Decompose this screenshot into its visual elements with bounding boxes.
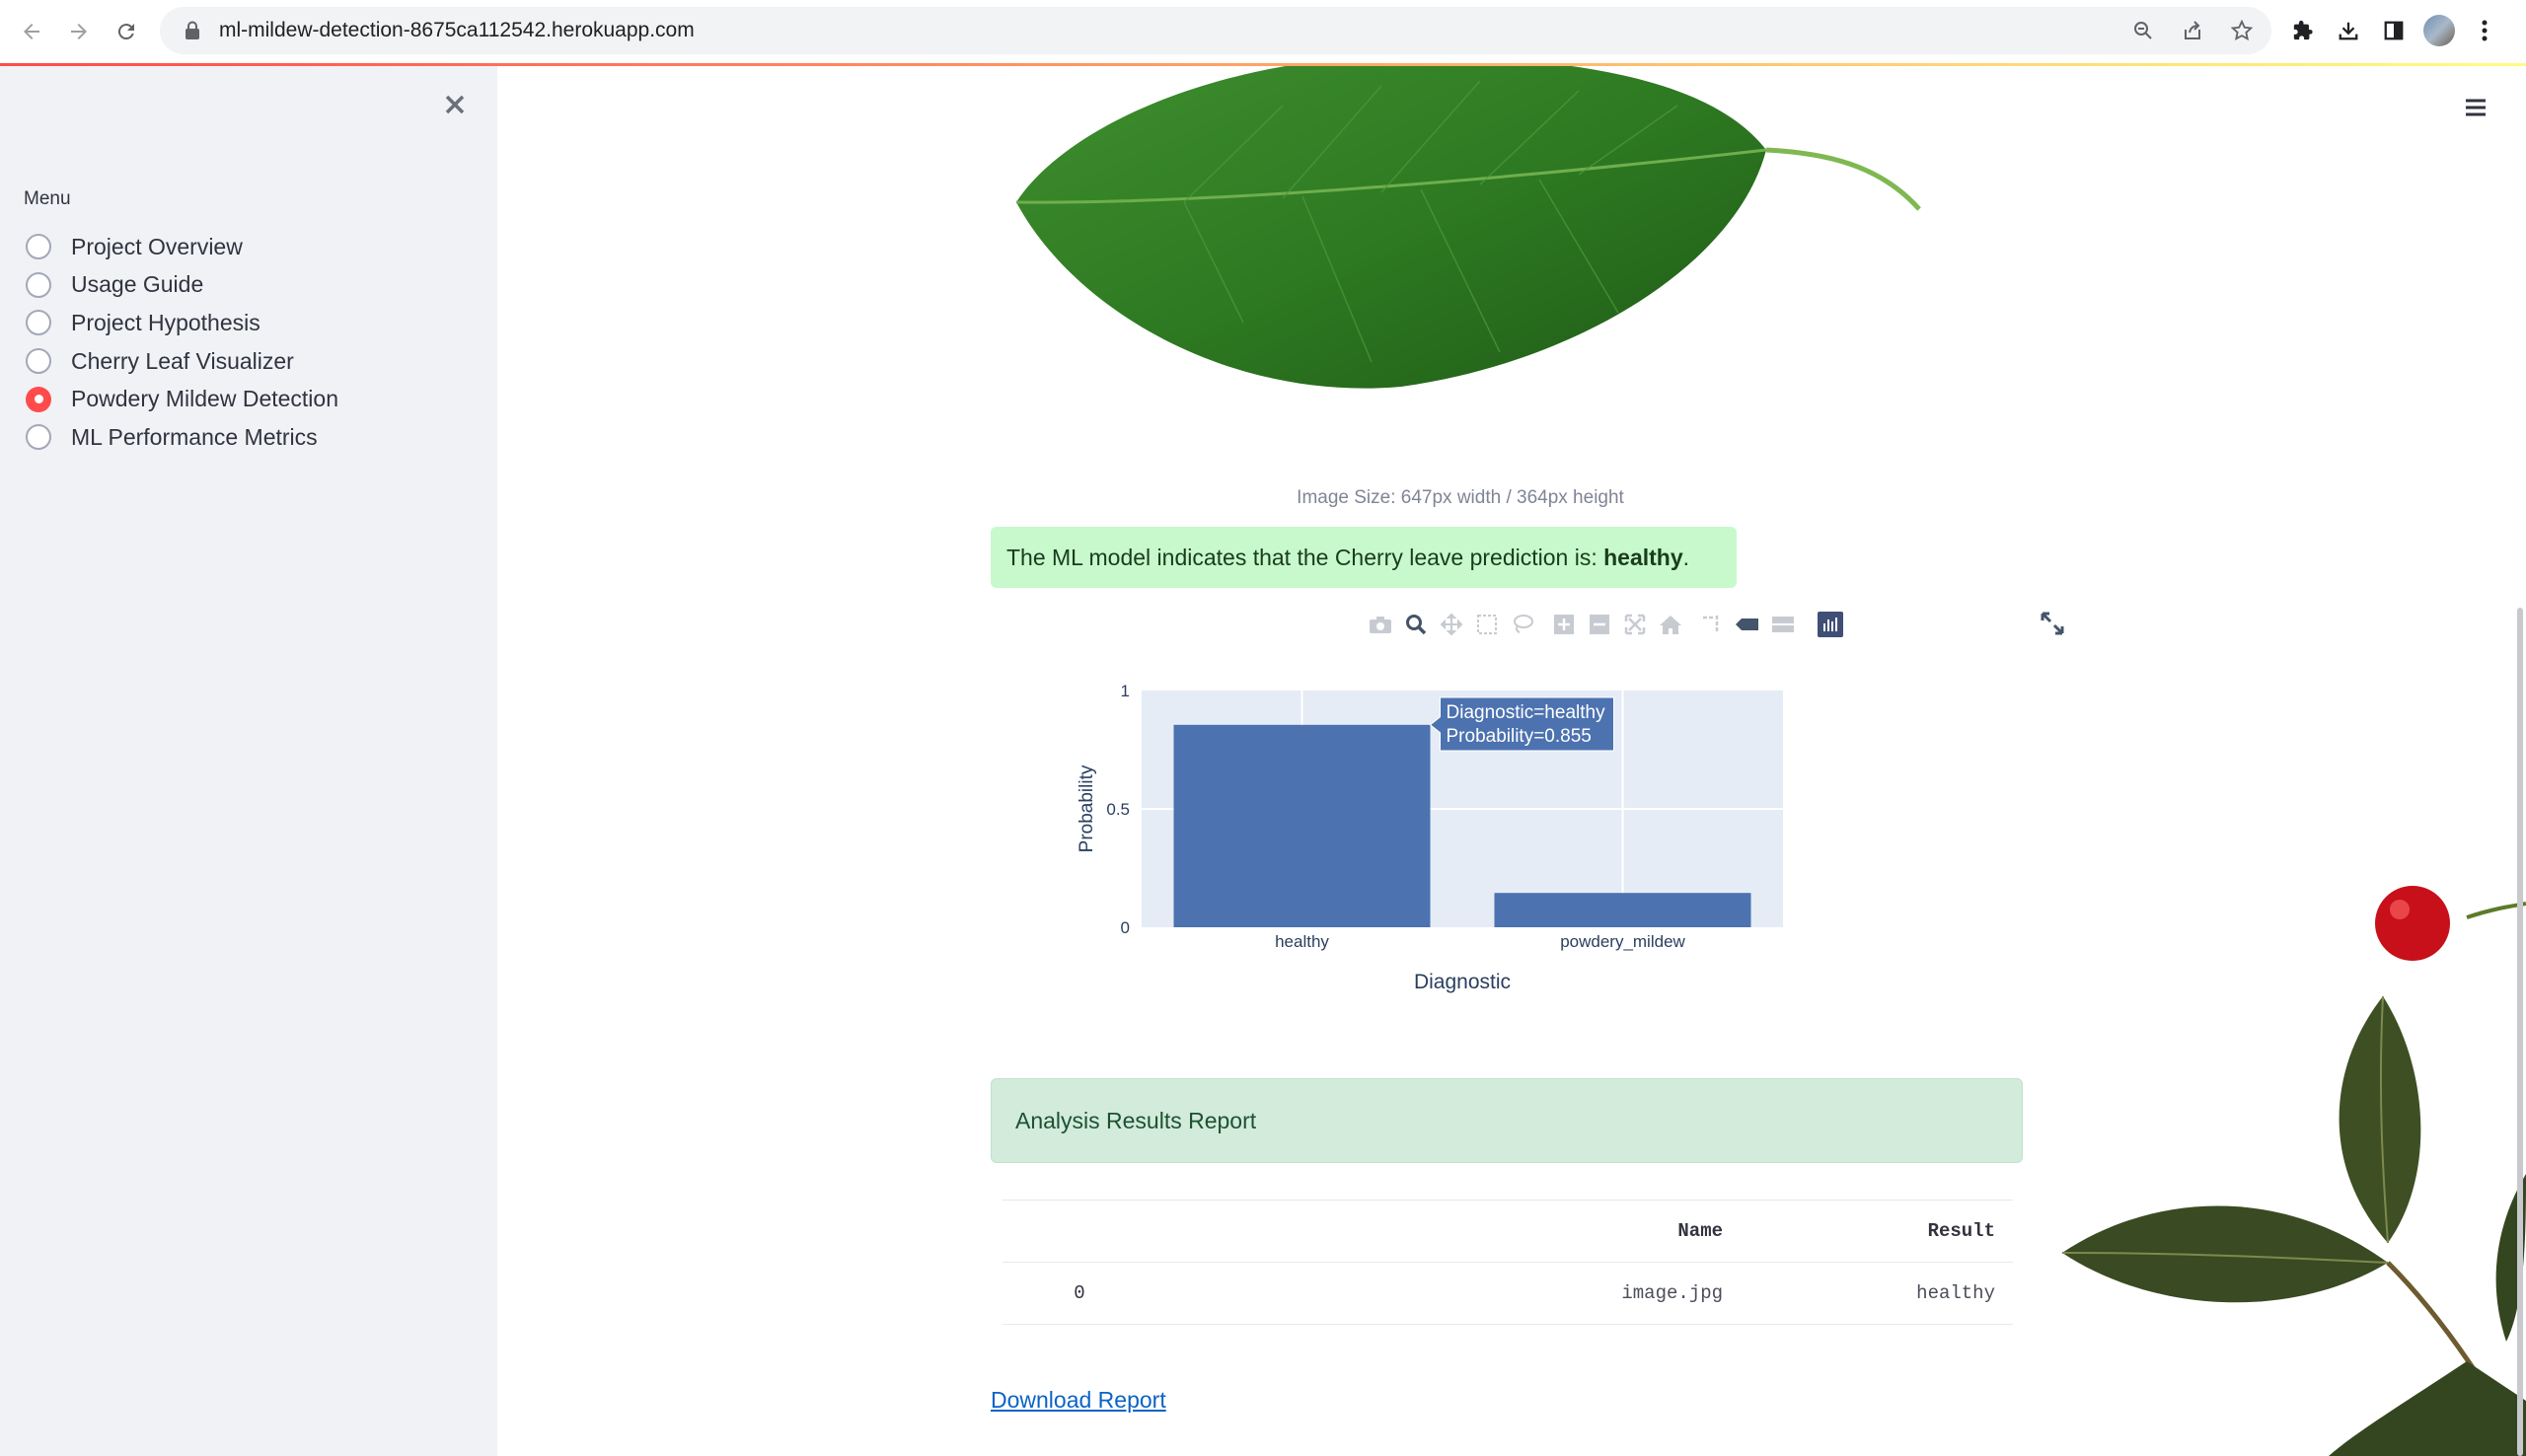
radio-label[interactable]: Project Overview [71,234,243,260]
x-tick-label: healthy [1275,932,1329,951]
x-axis-label: Diagnostic [1414,971,1511,993]
browser-toolbar: ml-mildew-detection-8675ca112542.herokua… [0,0,2526,63]
download-report-link[interactable]: Download Report [991,1387,1166,1414]
hover-closest-icon[interactable] [1735,612,1760,637]
lock-icon[interactable] [180,18,205,43]
plotly-logo-icon[interactable] [1818,612,1843,637]
sidepanel-icon[interactable] [2378,15,2410,46]
prediction-text: The ML model indicates that the Cherry l… [1006,544,1604,570]
menu-label: Menu [24,188,71,209]
radio-powdery-mildew-detection[interactable]: Powdery Mildew Detection [26,380,338,418]
bar-healthy[interactable] [1173,724,1431,927]
x-tick-label: powdery_mildew [1560,932,1685,951]
extensions-icon[interactable] [2287,15,2319,46]
tooltip-line: Probability=0.855 [1447,726,1592,747]
table-row: 0 image.jpg healthy [1003,1262,2013,1325]
image-caption: Image Size: 647px width / 364px height [1297,487,1624,508]
sidebar: Menu Project Overview Usage Guide Projec… [0,66,497,1456]
y-tick-label: 0.5 [1106,800,1130,819]
radio-button-selected[interactable] [26,386,51,412]
radio-label[interactable]: ML Performance Metrics [71,424,318,451]
fullscreen-expand-icon[interactable] [2039,610,2068,639]
navigation-radio-group: Project Overview Usage Guide Project Hyp… [26,228,338,457]
radio-button[interactable] [26,310,51,336]
radio-label[interactable]: Usage Guide [71,271,203,298]
main-menu-icon[interactable] [2459,91,2492,124]
hover-compare-icon[interactable] [1770,612,1796,637]
page-scrollbar[interactable] [2517,608,2523,1456]
radio-usage-guide[interactable]: Usage Guide [26,266,338,305]
lasso-select-icon[interactable] [1510,612,1535,637]
radio-ml-performance-metrics[interactable]: ML Performance Metrics [26,418,338,457]
table-header-name: Name [1156,1200,1741,1263]
decorative-cherry-leaves [2061,886,2526,1456]
kebab-menu-icon[interactable] [2469,15,2500,46]
tooltip-line: Diagnostic=healthy [1447,702,1606,723]
share-icon[interactable] [2177,15,2208,46]
radio-label[interactable]: Cherry Leaf Visualizer [71,348,294,375]
bar-powdery_mildew[interactable] [1494,893,1751,927]
radio-button[interactable] [26,271,51,298]
radio-label[interactable]: Project Hypothesis [71,310,260,336]
back-icon[interactable] [12,12,51,51]
radio-label[interactable]: Powdery Mildew Detection [71,386,338,412]
prediction-message: The ML model indicates that the Cherry l… [1006,545,1689,571]
radio-cherry-leaf-visualizer[interactable]: Cherry Leaf Visualizer [26,342,338,381]
zoom-icon[interactable] [1403,612,1429,637]
camera-icon[interactable] [1368,612,1393,637]
forward-icon[interactable] [59,12,99,51]
chart-modebar [1368,612,1853,637]
zoom-out-icon[interactable] [1587,612,1612,637]
reload-icon[interactable] [107,12,146,51]
url-text[interactable]: ml-mildew-detection-8675ca112542.herokua… [219,19,695,42]
results-table: Name Result 0 image.jpg healthy [1003,1200,2013,1325]
star-icon[interactable] [2226,15,2258,46]
radio-button[interactable] [26,234,51,260]
prediction-alert: The ML model indicates that the Cherry l… [991,527,1737,588]
close-sidebar-icon[interactable] [440,90,470,119]
pan-icon[interactable] [1439,612,1464,637]
hover-tooltip: Diagnostic=healthy Probability=0.855 [1429,696,1614,752]
prediction-suffix: . [1682,544,1690,570]
table-header-index [1003,1200,1156,1263]
profile-avatar[interactable] [2423,15,2455,46]
table-cell-result: healthy [1741,1262,2013,1325]
uploaded-leaf-image [987,66,1934,401]
y-axis-label: Probability [1077,764,1097,852]
spike-lines-icon[interactable] [1699,612,1725,637]
autoscale-icon[interactable] [1622,612,1648,637]
reset-axes-home-icon[interactable] [1658,612,1683,637]
radio-button[interactable] [26,424,51,451]
y-tick-label: 1 [1121,682,1130,700]
report-title: Analysis Results Report [1015,1107,1257,1133]
prediction-value: healthy [1603,544,1683,570]
table-cell-name: image.jpg [1156,1262,1741,1325]
address-bar[interactable]: ml-mildew-detection-8675ca112542.herokua… [160,7,2271,54]
y-tick-label: 0 [1121,918,1130,937]
radio-button[interactable] [26,348,51,375]
table-header-row: Name Result [1003,1200,2013,1263]
probability-bar-chart[interactable]: 00.51 healthy powdery_mildew Probability … [1006,661,1816,1006]
download-icon[interactable] [2333,15,2364,46]
report-title-box: Analysis Results Report [991,1078,2023,1163]
zoom-icon[interactable] [2127,15,2159,46]
zoom-in-icon[interactable] [1551,612,1577,637]
table-cell-index: 0 [1003,1262,1156,1325]
radio-project-hypothesis[interactable]: Project Hypothesis [26,304,338,342]
radio-project-overview[interactable]: Project Overview [26,228,338,266]
table-header-result: Result [1741,1200,2013,1263]
box-select-icon[interactable] [1474,612,1500,637]
